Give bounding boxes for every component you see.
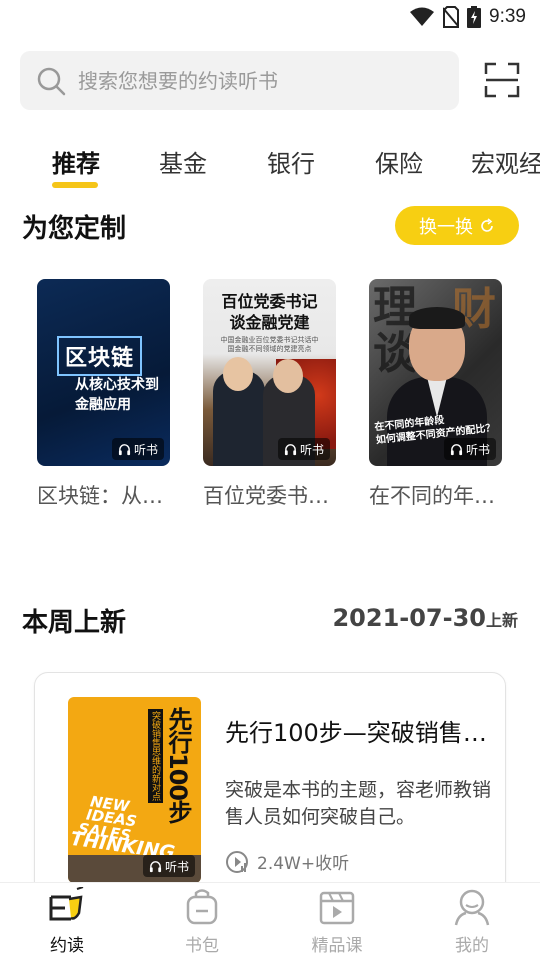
search-icon bbox=[37, 67, 66, 95]
book-title[interactable]: 百位党委书记谈金融党建 bbox=[203, 480, 338, 510]
headphones-icon bbox=[284, 443, 297, 455]
profile-icon bbox=[454, 889, 490, 926]
book-card[interactable]: 理谈 财 在不同的年龄段如何调整不同资产的配比？ 听书 在不同的年龄段如何调整不… bbox=[369, 279, 504, 510]
swap-label: 换一换 bbox=[419, 216, 473, 238]
tab-indicator bbox=[52, 182, 98, 188]
tab-insurance[interactable]: 保险 bbox=[375, 144, 423, 179]
cover-title: 先行100步 bbox=[164, 707, 192, 824]
video-icon bbox=[319, 891, 355, 925]
book-cover[interactable]: 区块链 从核心技术到 金融应用 听书 bbox=[37, 279, 170, 466]
nav-courses[interactable]: 精品课 bbox=[297, 887, 377, 956]
cover-subtitle: 中国金融业百位党委书记共话中国金融不同领域的党建亮点 bbox=[220, 336, 319, 353]
book-title[interactable]: 在不同的年龄段如何调整不同资产的配比？ bbox=[369, 480, 504, 510]
nav-read[interactable]: 约读 bbox=[27, 887, 107, 956]
tab-recommend[interactable]: 推荐 bbox=[52, 144, 100, 179]
cover-person-head bbox=[273, 359, 303, 393]
nav-profile[interactable]: 我的 bbox=[432, 887, 512, 956]
search-input[interactable] bbox=[78, 68, 418, 93]
custom-section-title: 为您定制 bbox=[22, 214, 127, 244]
refresh-icon bbox=[481, 217, 493, 232]
book-title[interactable]: 区块链：从核心技术到金融应用 bbox=[37, 480, 172, 510]
book-cover[interactable]: 理谈 财 在不同的年龄段 如何调整不同资产的配比？ 听书 bbox=[369, 279, 502, 466]
cover-person-head bbox=[223, 357, 253, 391]
scan-icon[interactable] bbox=[484, 62, 520, 98]
search-bar[interactable] bbox=[20, 51, 459, 110]
cover-person-hair bbox=[409, 307, 465, 329]
play-count: 2.4W+收听 bbox=[225, 849, 349, 874]
listen-badge: 听书 bbox=[142, 855, 195, 877]
headphones-icon bbox=[118, 443, 131, 455]
weekly-date: 2021-07-30上新 bbox=[332, 604, 518, 632]
cover-subtitle: 从核心技术到 金融应用 bbox=[75, 377, 159, 413]
bottom-nav: 约读 书包 精品课 我的 bbox=[0, 882, 540, 960]
headphones-icon bbox=[450, 443, 463, 455]
read-icon bbox=[49, 887, 84, 921]
wifi-icon bbox=[410, 7, 435, 26]
book-card[interactable]: 百位党委书记 谈金融党建 中国金融业百位党委书记共话中国金融不同领域的党建亮点 听… bbox=[203, 279, 338, 510]
listen-badge: 听书 bbox=[277, 438, 330, 460]
cover-title: 百位党委书记 谈金融党建 bbox=[221, 292, 318, 332]
listen-badge: 听书 bbox=[111, 438, 164, 460]
featured-book-description: 突破是本书的主题，容老师教销售人员如何突破自己。 bbox=[225, 779, 492, 828]
tab-macro[interactable]: 宏观经 bbox=[471, 144, 540, 179]
book-card[interactable]: 区块链 从核心技术到金融应用 听书 区块链：从核心技术到金融应用 bbox=[37, 279, 172, 510]
no-sim-icon bbox=[443, 6, 460, 28]
status-time: 9:39 bbox=[489, 6, 526, 27]
swap-button[interactable]: 换一换 bbox=[395, 206, 519, 245]
play-count-icon bbox=[226, 850, 248, 873]
nav-bag[interactable]: 书包 bbox=[162, 887, 242, 956]
battery-charging-icon bbox=[467, 6, 482, 28]
cover-title: 区块链 bbox=[57, 336, 143, 376]
category-tabs: 推荐 基金 银行 保险 宏观经 bbox=[0, 136, 540, 196]
weekly-section-title: 本周上新 bbox=[22, 608, 127, 638]
tab-fund[interactable]: 基金 bbox=[159, 144, 207, 179]
tab-bank[interactable]: 银行 bbox=[267, 144, 315, 179]
cover-subtitle: 突破销售思维的新对点 bbox=[148, 709, 163, 803]
headphones-icon bbox=[149, 860, 162, 872]
book-cover[interactable]: 百位党委书记 谈金融党建 中国金融业百位党委书记共话中国金融不同领域的党建亮点 听… bbox=[203, 279, 336, 466]
featured-book-card[interactable]: 先行100步 突破销售思维的新对点 NEW IDEAS SALES THINKI… bbox=[34, 672, 506, 902]
listen-badge: 听书 bbox=[443, 438, 496, 460]
bag-icon bbox=[186, 889, 218, 925]
featured-book-title[interactable]: 先行100步—突破销售自己 bbox=[225, 713, 500, 748]
featured-book-cover[interactable]: 先行100步 突破销售思维的新对点 NEW IDEAS SALES THINKI… bbox=[68, 697, 201, 883]
status-bar: 9:39 bbox=[0, 0, 540, 36]
